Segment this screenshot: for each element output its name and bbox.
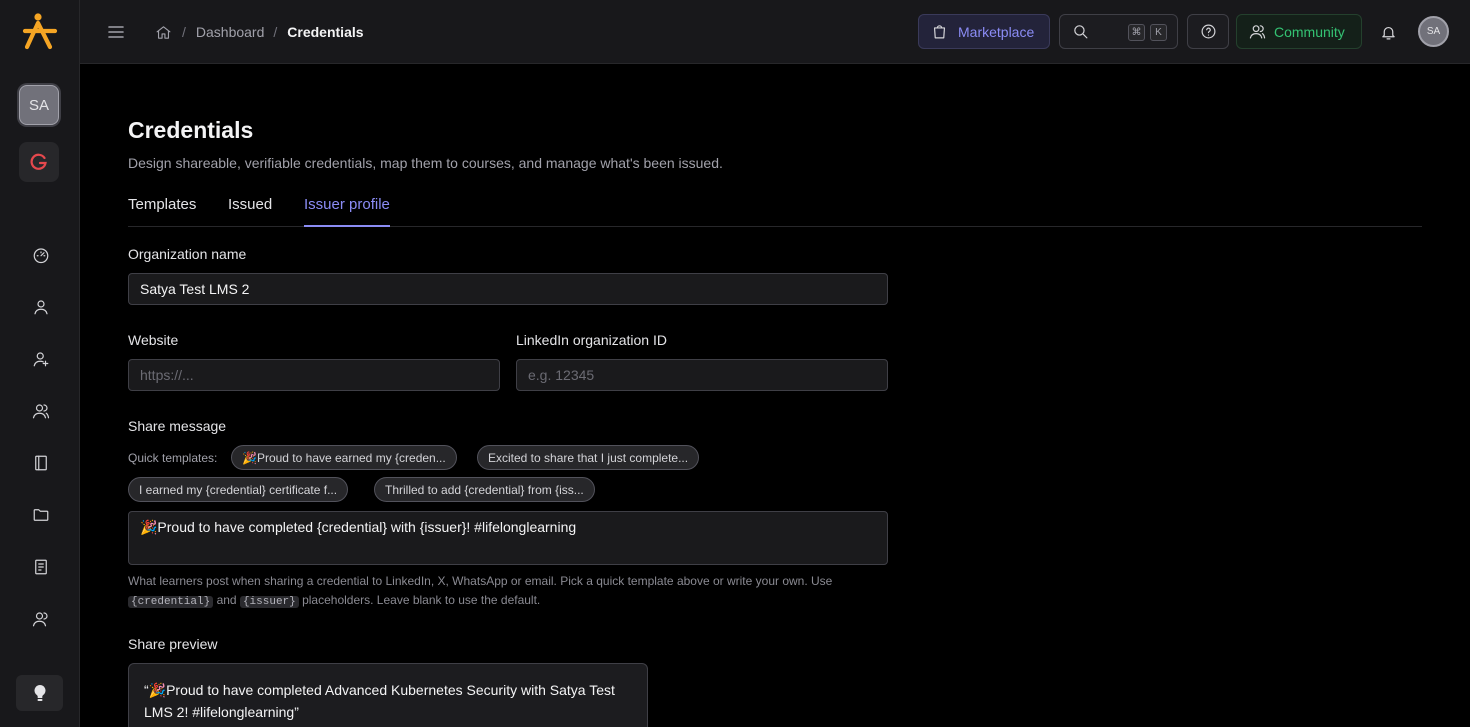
shopping-bag-icon bbox=[933, 25, 946, 39]
user-icon[interactable] bbox=[30, 296, 52, 318]
sidebar: SA bbox=[0, 0, 80, 727]
book-icon[interactable] bbox=[30, 452, 52, 474]
menu-toggle-icon[interactable] bbox=[106, 21, 126, 43]
folder-icon[interactable] bbox=[30, 504, 52, 526]
report-icon[interactable] bbox=[30, 556, 52, 578]
team-icon[interactable] bbox=[30, 608, 52, 630]
breadcrumb-separator: / bbox=[182, 24, 186, 40]
quick-templates-label: Quick templates: bbox=[128, 451, 218, 465]
users-icon[interactable] bbox=[30, 400, 52, 422]
kbd-k: K bbox=[1150, 24, 1167, 41]
help-text-part: placeholders. Leave blank to use the def… bbox=[302, 593, 541, 607]
breadcrumb: / Dashboard / Credentials bbox=[155, 22, 364, 42]
page-title: Credentials bbox=[128, 117, 254, 143]
lightbulb-icon[interactable] bbox=[16, 675, 63, 711]
marketplace-button[interactable]: Marketplace bbox=[918, 14, 1050, 49]
notification-bell-icon[interactable] bbox=[1377, 21, 1399, 43]
user-avatar[interactable]: SA bbox=[1418, 16, 1449, 47]
share-message-help: What learners post when sharing a creden… bbox=[128, 572, 888, 612]
workspace-avatar[interactable]: SA bbox=[19, 85, 59, 125]
top-header: / Dashboard / Credentials Marketplace ⌘ … bbox=[80, 0, 1470, 64]
website-label: Website bbox=[128, 332, 179, 348]
search-button[interactable]: ⌘ K bbox=[1059, 14, 1178, 49]
issuer-placeholder-code: {issuer} bbox=[239, 596, 299, 608]
quick-template-chip[interactable]: 🎉Proud to have earned my {creden... bbox=[231, 445, 457, 470]
quick-template-chip[interactable]: Excited to share that I just complete... bbox=[477, 445, 700, 470]
workspace-g-icon[interactable] bbox=[19, 142, 59, 182]
help-text-part: What learners post when sharing a creden… bbox=[128, 574, 833, 588]
share-preview-text: “🎉Proud to have completed Advanced Kuber… bbox=[144, 682, 615, 720]
share-preview-label: Share preview bbox=[128, 636, 218, 652]
brand-logo[interactable] bbox=[22, 12, 58, 50]
breadcrumb-separator: / bbox=[273, 24, 278, 40]
org-name-label: Organization name bbox=[128, 246, 247, 262]
website-input[interactable] bbox=[128, 359, 500, 391]
dashboard-icon[interactable] bbox=[30, 244, 52, 266]
org-name-input[interactable] bbox=[128, 273, 888, 305]
linkedin-label: LinkedIn organization ID bbox=[516, 332, 667, 348]
share-preview-card: “🎉Proud to have completed Advanced Kuber… bbox=[128, 663, 648, 727]
home-icon[interactable] bbox=[155, 23, 173, 41]
tab-templates[interactable]: Templates bbox=[128, 196, 196, 225]
share-message-label: Share message bbox=[128, 418, 227, 434]
user-add-icon[interactable] bbox=[30, 348, 52, 370]
page-subtitle: Design shareable, verifiable credentials… bbox=[128, 155, 723, 171]
users-icon bbox=[1249, 25, 1266, 39]
help-icon bbox=[1201, 24, 1215, 39]
help-text-part: and bbox=[216, 593, 237, 607]
quick-template-chip[interactable]: Thrilled to add {credential} from {iss..… bbox=[374, 477, 595, 502]
quick-template-chip[interactable]: I earned my {credential} certificate f..… bbox=[128, 477, 349, 502]
tab-issued[interactable]: Issued bbox=[228, 196, 272, 225]
breadcrumb-current: Credentials bbox=[287, 24, 364, 40]
credential-placeholder-code: {credential} bbox=[128, 596, 214, 608]
community-button[interactable]: Community bbox=[1236, 14, 1362, 49]
marketplace-label: Marketplace bbox=[958, 23, 1035, 40]
breadcrumb-dashboard[interactable]: Dashboard bbox=[196, 24, 265, 40]
kbd-cmd: ⌘ bbox=[1128, 24, 1145, 41]
linkedin-id-input[interactable] bbox=[516, 359, 888, 391]
share-message-textarea[interactable]: 🎉Proud to have completed {credential} wi… bbox=[128, 511, 888, 565]
search-icon bbox=[1074, 25, 1088, 39]
community-label: Community bbox=[1274, 23, 1345, 40]
tab-bar: Templates Issued Issuer profile bbox=[128, 190, 1422, 227]
tab-issuer-profile[interactable]: Issuer profile bbox=[304, 196, 390, 227]
help-button[interactable] bbox=[1187, 14, 1229, 49]
